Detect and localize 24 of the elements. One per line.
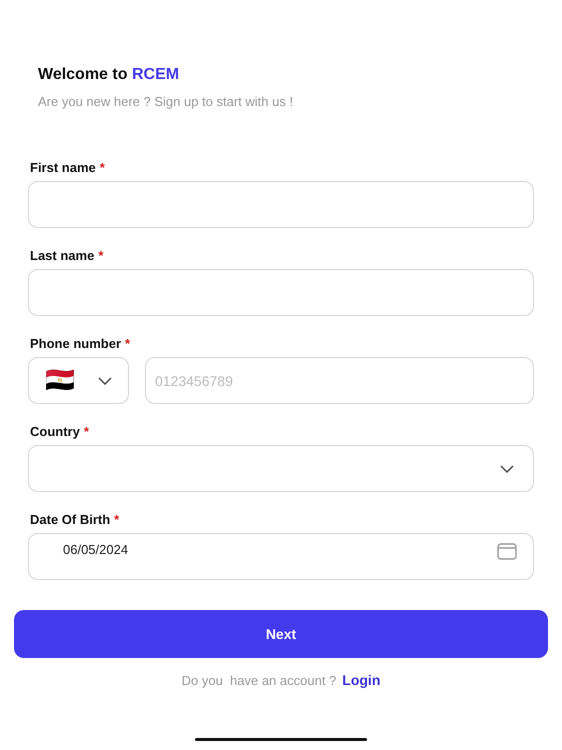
field-label: Phone number — [30, 336, 122, 351]
required-mark: * — [114, 512, 120, 527]
field-label: Date Of Birth — [30, 512, 110, 527]
welcome-title: Welcome to RCEM — [38, 66, 180, 84]
required-mark: * — [84, 424, 89, 439]
subtitle: Are you new here ? Sign up to start with us ! — [38, 94, 294, 109]
required-mark: * — [98, 248, 104, 263]
country-code-dropdown[interactable]: 🇪🇬 — [28, 357, 129, 404]
phone-field[interactable]: 0123456789 — [145, 357, 534, 404]
next-button[interactable]: Next — [14, 610, 548, 658]
text-field[interactable] — [28, 269, 534, 316]
country-dropdown[interactable] — [28, 445, 534, 492]
date-field[interactable]: 06/05/2024 — [28, 533, 534, 580]
chevron-down-icon — [500, 464, 514, 472]
chevron-down-icon — [98, 376, 112, 384]
text-field[interactable] — [28, 181, 534, 228]
field-label: First name — [30, 160, 96, 175]
required-mark: * — [100, 160, 105, 175]
account-prompt: Do you have an account ? — [182, 673, 336, 688]
login-link[interactable]: Login — [342, 672, 380, 688]
field-label: Country — [30, 424, 80, 439]
field-label: Last name — [30, 248, 94, 263]
calendar-icon — [497, 542, 517, 560]
required-mark: * — [125, 336, 130, 351]
